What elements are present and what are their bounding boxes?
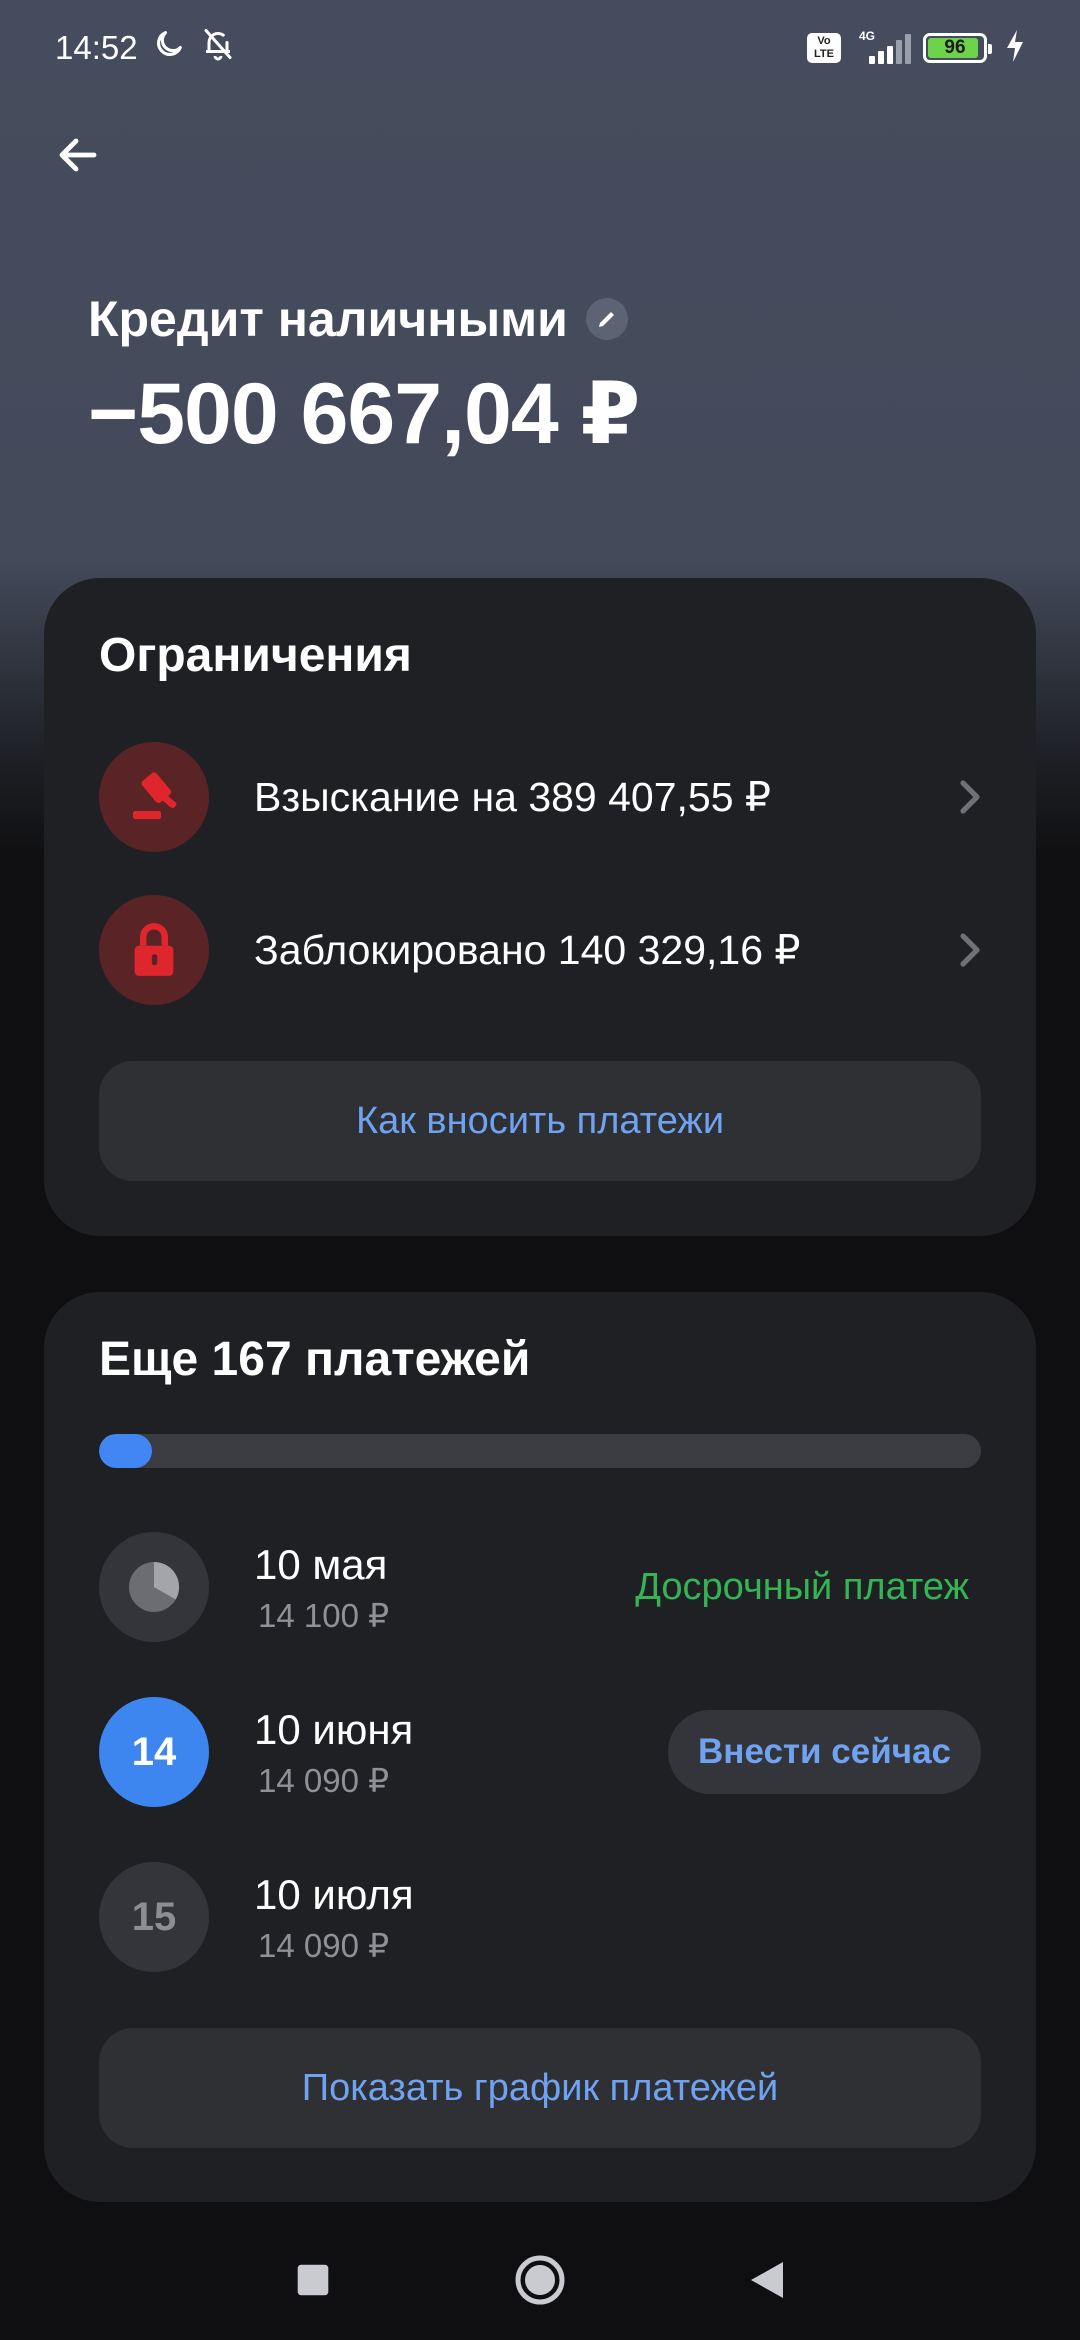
lock-icon	[99, 895, 209, 1005]
payments-progress-bar	[99, 1434, 981, 1468]
pie-chart-icon	[99, 1532, 209, 1642]
show-schedule-button[interactable]: Показать график платежей	[99, 2028, 981, 2148]
arrow-left-icon	[59, 138, 97, 172]
restriction-item-blocked[interactable]: Заблокировано 140 329,16 ₽	[99, 894, 991, 1006]
gavel-icon	[99, 742, 209, 852]
restrictions-card: Ограничения Взыскание на 389 407,55 ₽ За…	[44, 578, 1036, 1236]
payment-info: 10 мая 14 100 ₽	[254, 1540, 635, 1635]
restrictions-title: Ограничения	[99, 629, 412, 682]
bell-off-icon	[200, 26, 236, 70]
chevron-right-icon	[951, 930, 991, 970]
payment-date: 10 июня	[254, 1705, 414, 1753]
payment-row: 15 10 июля 14 090 ₽	[99, 1862, 981, 1972]
payment-number-badge: 15	[99, 1862, 209, 1972]
payments-card: Еще 167 платежей 10 мая 14 100 ₽ Досрочн…	[44, 1292, 1036, 2202]
moon-icon	[152, 27, 186, 69]
payment-row: 10 мая 14 100 ₽ Досрочный платеж	[99, 1532, 981, 1642]
circle-icon	[515, 2255, 565, 2305]
payment-info: 10 июня 14 090 ₽	[254, 1705, 668, 1800]
payment-amount: 14 100 ₽	[258, 1596, 390, 1634]
back-nav-button[interactable]	[727, 2240, 807, 2320]
account-balance: −500 667,04 ₽	[88, 366, 640, 462]
account-name-row: Кредит наличными	[88, 290, 639, 348]
payment-amount: 14 090 ₽	[258, 1926, 390, 1964]
restriction-label: Заблокировано 140 329,16 ₽	[254, 927, 801, 973]
payment-info: 10 июля 14 090 ₽	[254, 1870, 981, 1965]
battery-icon: 96	[923, 33, 992, 63]
status-time: 14:52	[55, 29, 138, 66]
home-button[interactable]	[500, 2240, 580, 2320]
payment-row: 14 10 июня 14 090 ₽ Внести сейчас	[99, 1697, 981, 1807]
status-left: 14:52	[55, 26, 236, 70]
triangle-back-icon	[750, 2262, 783, 2298]
charging-icon	[1005, 29, 1025, 67]
system-nav-bar	[0, 2220, 1080, 2340]
battery-level: 96	[944, 37, 966, 58]
recents-button[interactable]	[273, 2240, 353, 2320]
signal-icon: 4G	[853, 29, 911, 64]
back-button[interactable]	[48, 125, 108, 185]
network-type: 4G	[859, 29, 876, 43]
status-right: Vo LTE 4G 96	[807, 29, 1025, 67]
payment-date: 10 июля	[254, 1870, 414, 1918]
account-header: Кредит наличными −500 667,04 ₽	[88, 290, 640, 464]
restriction-item-collection[interactable]: Взыскание на 389 407,55 ₽	[99, 741, 991, 853]
volte-badge: Vo LTE	[807, 33, 841, 63]
how-to-pay-button[interactable]: Как вносить платежи	[99, 1061, 981, 1181]
account-name: Кредит наличными	[88, 291, 568, 347]
early-payment-link[interactable]: Досрочный платеж	[635, 1566, 969, 1609]
pencil-icon	[598, 312, 614, 327]
payment-amount: 14 090 ₽	[258, 1761, 390, 1799]
payment-number-badge: 14	[99, 1697, 209, 1807]
square-icon	[298, 2264, 329, 2296]
payment-date: 10 мая	[254, 1540, 388, 1588]
edit-name-button[interactable]	[585, 298, 628, 340]
pay-now-button[interactable]: Внести сейчас	[668, 1710, 981, 1794]
payments-title: Еще 167 платежей	[99, 1333, 531, 1386]
restriction-label: Взыскание на 389 407,55 ₽	[254, 774, 772, 820]
chevron-right-icon	[951, 777, 991, 817]
status-bar: 14:52 Vo LTE 4G 96	[0, 0, 1080, 96]
payments-progress-fill	[99, 1434, 152, 1468]
